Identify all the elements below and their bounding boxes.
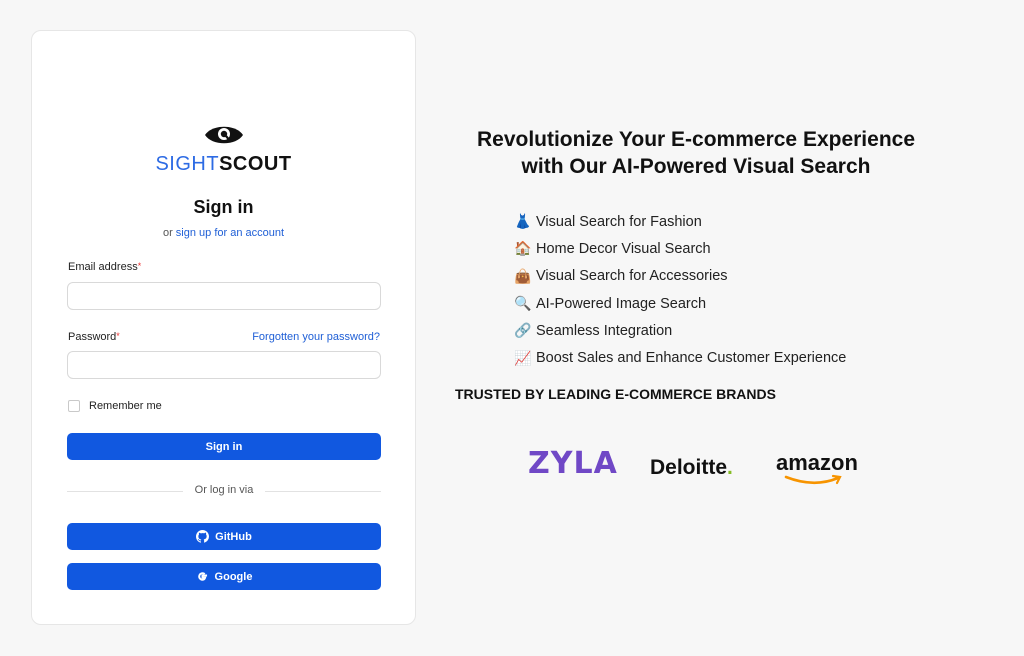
eye-logo-icon (205, 126, 243, 144)
amazon-smile-icon (784, 474, 842, 485)
deloitte-dot: . (727, 456, 733, 479)
google-button[interactable]: Google (67, 563, 381, 590)
remember-me-checkbox[interactable] (68, 400, 80, 412)
zyla-logo: ZYLA (528, 446, 618, 481)
feature-item: 🔗 Seamless Integration (514, 317, 846, 344)
feature-label: Seamless Integration (536, 322, 673, 339)
email-label-text: Email address (68, 261, 138, 273)
signup-line: or sign up for an account (32, 227, 415, 239)
marketing-headline: Revolutionize Your E-commerce Experience… (432, 126, 960, 180)
password-label-text: Password (68, 331, 117, 343)
headline-line-1: Revolutionize Your E-commerce Experience (476, 128, 916, 151)
github-icon (196, 530, 210, 543)
brand-logos: ZYLA Deloitte. amazon (528, 444, 888, 494)
chart-icon: 📈 (514, 349, 532, 366)
headline-line-2: with Our AI-Powered Visual Search (521, 155, 871, 178)
github-button-label: GitHub (215, 530, 252, 543)
feature-list: 👗 Visual Search for Fashion 🏠 Home Decor V… (514, 208, 846, 372)
github-button[interactable]: GitHub (67, 523, 381, 550)
brand-scout: SCOUT (219, 153, 292, 175)
feature-label: Home Decor Visual Search (536, 240, 711, 257)
signin-button[interactable]: Sign in (67, 433, 381, 460)
feature-label: Visual Search for Fashion (536, 213, 702, 230)
signin-button-label: Sign in (205, 440, 243, 453)
forgot-password-link[interactable]: Forgotten your password? (252, 331, 380, 343)
feature-item: 🔍 AI-Powered Image Search (514, 290, 846, 317)
divider-text: Or log in via (194, 484, 254, 496)
dress-icon: 👗 (514, 213, 532, 230)
magnifier-icon: 🔍 (514, 295, 532, 312)
amazon-logo: amazon (776, 450, 858, 475)
deloitte-logo: Deloitte. (650, 456, 733, 480)
feature-item: 🏠 Home Decor Visual Search (514, 235, 846, 262)
password-label: Password* (68, 331, 120, 343)
page-title: Sign in (193, 197, 254, 217)
feature-item: 📈 Boost Sales and Enhance Customer Experi… (514, 344, 846, 371)
required-mark: * (137, 261, 142, 271)
email-field[interactable] (67, 282, 381, 310)
email-label: Email address* (68, 261, 141, 273)
house-icon: 🏠 (514, 240, 532, 257)
google-icon (197, 572, 207, 581)
feature-label: Boost Sales and Enhance Customer Experie… (536, 350, 847, 367)
feature-item: 👜 Visual Search for Accessories (514, 263, 846, 290)
signup-link[interactable]: sign up for an account (176, 227, 284, 239)
feature-label: AI-Powered Image Search (536, 295, 707, 312)
deloitte-text: Deloitte (650, 456, 728, 479)
signin-card: SIGHTSCOUT Sign in or sign up for an acc… (31, 30, 416, 625)
brand-sight: SIGHT (155, 153, 220, 175)
feature-label: Visual Search for Accessories (536, 268, 728, 285)
password-field[interactable] (67, 351, 381, 379)
trusted-heading: TRUSTED BY LEADING E-COMMERCE BRANDS (455, 386, 776, 402)
link-icon: 🔗 (514, 322, 532, 339)
required-mark: * (116, 331, 120, 341)
signup-prefix: or (162, 227, 173, 239)
brand-name: SIGHTSCOUT (32, 153, 415, 176)
handbag-icon: 👜 (514, 267, 532, 284)
divider: Or log in via (67, 484, 381, 498)
remember-me-label[interactable]: Remember me (89, 400, 162, 412)
feature-item: 👗 Visual Search for Fashion (514, 208, 846, 235)
google-button-label: Google (214, 570, 253, 583)
